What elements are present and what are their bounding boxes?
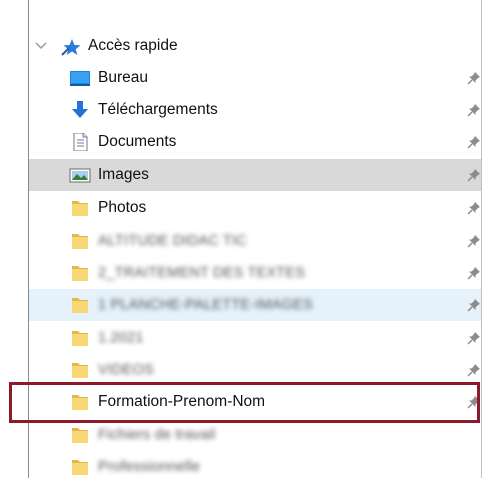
desktop-icon [70, 71, 90, 86]
folder-icon [72, 395, 88, 410]
pin-icon[interactable] [467, 201, 481, 215]
quick-access-item-blurred[interactable]: ALTITUDE DIDAC TIC [29, 225, 481, 257]
pin-icon[interactable] [467, 168, 481, 182]
document-icon [73, 133, 88, 151]
pin-icon[interactable] [467, 395, 481, 409]
quick-access-item-bureau[interactable]: Bureau [29, 62, 481, 94]
chevron-down-icon[interactable] [35, 41, 47, 51]
pictures-icon [69, 168, 91, 183]
pin-icon[interactable] [467, 298, 481, 312]
pin-icon[interactable] [467, 135, 481, 149]
quick-access-item-label: Documents [98, 133, 177, 150]
download-arrow-icon [72, 101, 88, 118]
quick-access-item-telechargements[interactable]: Téléchargements [29, 94, 481, 126]
folder-icon [72, 201, 88, 216]
folder-icon [72, 266, 88, 281]
quick-access-item-label: Formation-Prenom-Nom [98, 393, 266, 410]
folder-icon [72, 331, 88, 346]
quick-access-item-label: 1.2021 [98, 330, 144, 346]
quick-access-item-blurred[interactable]: Professionnelle [29, 451, 481, 483]
quick-access-item-label: Bureau [98, 69, 148, 86]
quick-access-item-formation-prenom-nom[interactable]: Formation-Prenom-Nom [29, 386, 481, 418]
quick-access-label: Accès rapide [88, 37, 178, 54]
quick-access-item-label: 1 PLANCHE-PALETTE-IMAGES [98, 297, 313, 313]
quick-access-item-blurred[interactable]: Fichiers de travail [29, 419, 481, 451]
quick-access-item-label: Professionnelle [98, 459, 201, 475]
quick-access-item-label: VIDEOS [98, 362, 154, 378]
pin-icon[interactable] [467, 103, 481, 117]
folder-icon [72, 428, 88, 443]
pin-icon[interactable] [467, 331, 481, 345]
quick-access-item-blurred[interactable]: 1 PLANCHE-PALETTE-IMAGES [29, 289, 481, 321]
folder-icon [72, 363, 88, 378]
pin-icon[interactable] [467, 234, 481, 248]
pin-icon[interactable] [467, 363, 481, 377]
folder-icon [72, 234, 88, 249]
quick-access-item-blurred[interactable]: 2_TRAITEMENT DES TEXTES [29, 257, 481, 289]
quick-access-item-label: Téléchargements [98, 101, 218, 118]
folder-icon [72, 460, 88, 475]
pin-icon[interactable] [467, 266, 481, 280]
quick-access-item-photos[interactable]: Photos [29, 192, 481, 224]
quick-access-star-icon [61, 39, 81, 56]
quick-access-item-blurred[interactable]: VIDEOS [29, 354, 481, 386]
navigation-pane: Accès rapide Bureau Téléchargements Docu… [29, 28, 481, 478]
quick-access-item-label: Fichiers de travail [98, 427, 216, 443]
folder-icon [72, 298, 88, 313]
quick-access-item-label: Photos [98, 199, 147, 216]
pin-icon[interactable] [467, 71, 481, 85]
quick-access-item-label: Images [98, 166, 149, 183]
quick-access-item-blurred[interactable]: 1.2021 [29, 322, 481, 354]
quick-access-item-documents[interactable]: Documents [29, 126, 481, 158]
quick-access-item-label: ALTITUDE DIDAC TIC [98, 233, 247, 249]
quick-access-item-images[interactable]: Images [29, 159, 481, 191]
quick-access-header[interactable]: Accès rapide [29, 30, 481, 62]
quick-access-item-label: 2_TRAITEMENT DES TEXTES [98, 265, 306, 281]
